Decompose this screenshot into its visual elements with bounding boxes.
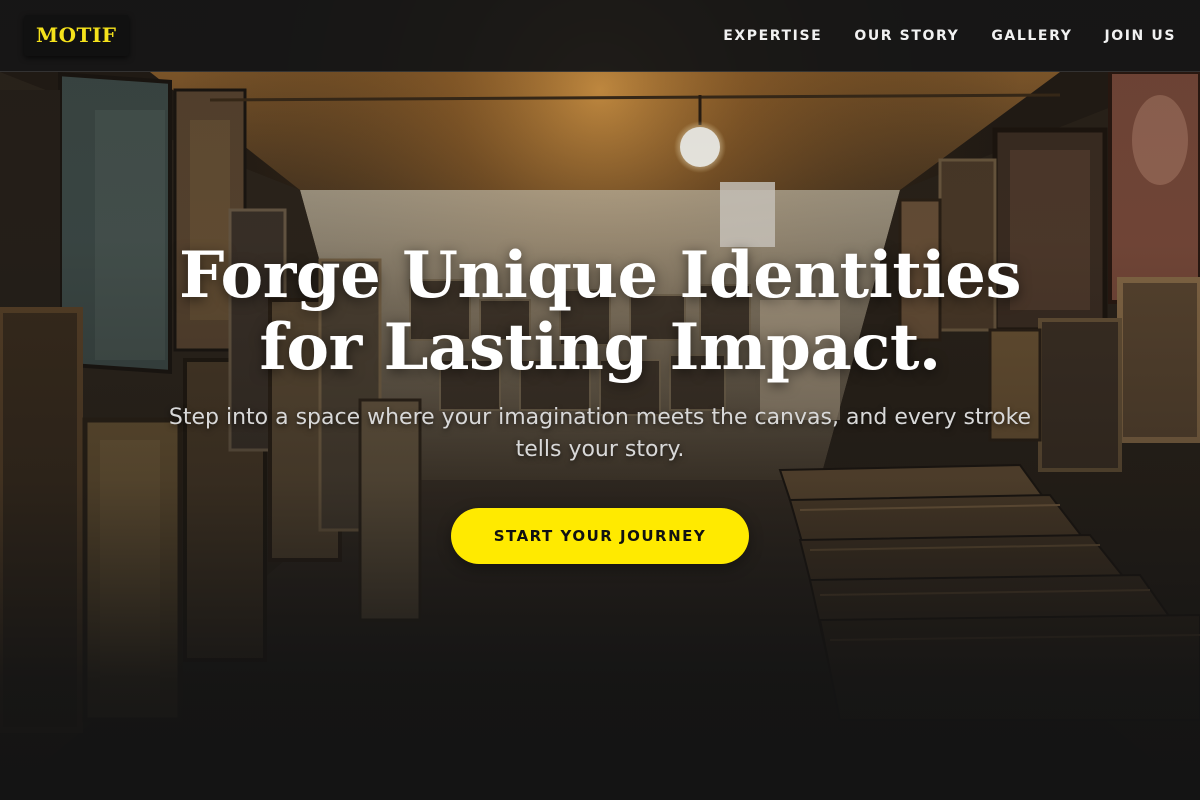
hero-title: Forge Unique Identities for Lasting Impa… bbox=[100, 240, 1100, 384]
hero-title-line-2: for Lasting Impact. bbox=[259, 310, 941, 385]
landing-page: MOTIF EXPERTISE OUR STORY GALLERY JOIN U… bbox=[0, 0, 1200, 800]
hero-section: Forge Unique Identities for Lasting Impa… bbox=[0, 72, 1200, 800]
nav-link-our-story[interactable]: OUR STORY bbox=[854, 28, 959, 44]
hero-subtitle: Step into a space where your imagination… bbox=[168, 405, 1032, 462]
nav-link-join-us[interactable]: JOIN US bbox=[1104, 28, 1176, 44]
nav-link-gallery[interactable]: GALLERY bbox=[991, 28, 1072, 44]
start-journey-button[interactable]: START YOUR JOURNEY bbox=[451, 508, 749, 564]
nav-link-expertise[interactable]: EXPERTISE bbox=[723, 28, 822, 44]
nav-links: EXPERTISE OUR STORY GALLERY JOIN US bbox=[723, 28, 1176, 44]
brand-logo[interactable]: MOTIF bbox=[24, 15, 129, 56]
top-navbar: MOTIF EXPERTISE OUR STORY GALLERY JOIN U… bbox=[0, 0, 1200, 72]
hero-title-line-1: Forge Unique Identities bbox=[179, 238, 1021, 313]
